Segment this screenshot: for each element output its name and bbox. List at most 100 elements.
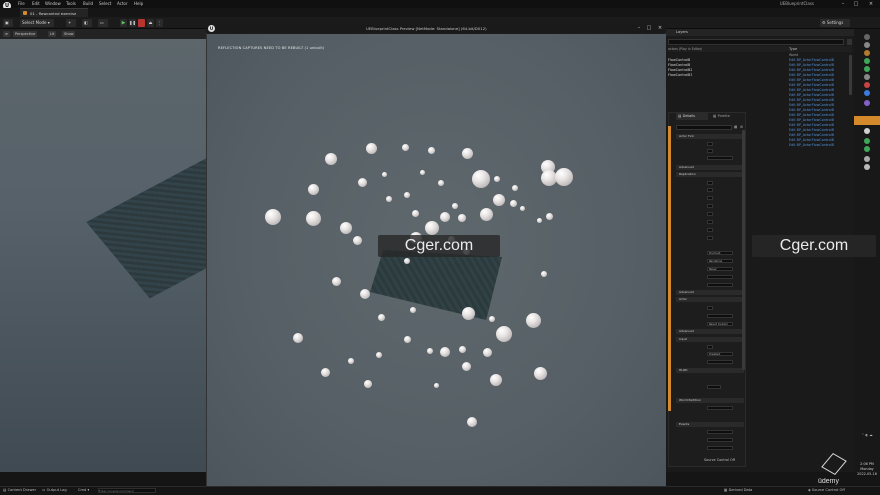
source-control-button[interactable]: ◈ Source Control Off: [808, 487, 845, 494]
spawn-collision-dropdown[interactable]: Reject Custom: [707, 322, 733, 326]
output-log-button[interactable]: ▭ Output Log: [42, 487, 67, 494]
spotify-icon[interactable]: [864, 66, 870, 72]
gear-icon[interactable]: [864, 34, 870, 40]
checkbox[interactable]: [707, 188, 713, 192]
checkbox[interactable]: [707, 142, 713, 146]
menu-window[interactable]: Window: [45, 1, 61, 6]
blueprint-icon[interactable]: ◧: [82, 19, 92, 27]
number-field[interactable]: [707, 314, 733, 318]
checkbox[interactable]: [707, 220, 713, 224]
app-icon[interactable]: [864, 74, 870, 80]
section-advanced[interactable]: Advanced: [676, 329, 744, 334]
cinematics-icon[interactable]: ▭: [98, 19, 108, 27]
outliner-filter-icon[interactable]: [847, 39, 852, 45]
update-dropdown[interactable]: Never: [707, 267, 733, 271]
number-field[interactable]: [707, 360, 733, 364]
green-app-icon[interactable]: [864, 138, 870, 144]
console-command-input[interactable]: [98, 488, 156, 493]
close-icon[interactable]: ×: [866, 0, 876, 8]
settings-button[interactable]: ⚙ Settings: [820, 19, 850, 27]
checkbox[interactable]: [707, 204, 713, 208]
stop-icon[interactable]: [138, 19, 145, 27]
blue-app-icon[interactable]: [864, 90, 870, 96]
event-button[interactable]: [707, 430, 733, 434]
checkbox[interactable]: [707, 306, 713, 310]
outliner-scrollbar[interactable]: [849, 55, 852, 95]
user-icon[interactable]: [864, 42, 870, 48]
checkbox[interactable]: [707, 236, 713, 240]
number-field[interactable]: [707, 156, 733, 160]
maximize-icon[interactable]: □: [851, 0, 861, 8]
number-field[interactable]: [707, 275, 733, 279]
number-field[interactable]: [707, 283, 733, 287]
checkbox[interactable]: [707, 196, 713, 200]
tray-icons[interactable]: ⌃ ◐ ☁: [857, 432, 877, 452]
section-input[interactable]: Input: [676, 337, 744, 342]
perspective-button[interactable]: Perspective: [13, 31, 38, 37]
app-icon[interactable]: [864, 164, 870, 170]
event-button[interactable]: [707, 446, 733, 450]
clock[interactable]: 2:06 PM Monday 2022-05-16: [856, 462, 878, 477]
select-mode-dropdown[interactable]: Select Mode ▾: [20, 19, 54, 27]
viewport-menu-icon[interactable]: ≡: [3, 31, 10, 37]
green-app-icon[interactable]: [864, 146, 870, 152]
maximize-icon[interactable]: □: [644, 24, 654, 32]
green-circle-icon[interactable]: [864, 58, 870, 64]
purple-app-icon[interactable]: [864, 100, 870, 106]
section-replication[interactable]: Replication: [676, 172, 744, 177]
checkbox[interactable]: [707, 149, 713, 153]
more-options-icon[interactable]: ⋮: [156, 19, 163, 27]
save-icon[interactable]: ▣: [3, 19, 13, 27]
menu-select[interactable]: Select: [99, 1, 111, 6]
app-icon[interactable]: [864, 128, 870, 134]
checkbox[interactable]: [707, 228, 713, 232]
auto-input-dropdown[interactable]: Disabled: [707, 352, 733, 356]
minimize-icon[interactable]: –: [634, 24, 644, 32]
section-advanced[interactable]: Advanced: [676, 165, 744, 170]
section-hlod[interactable]: HLOD: [676, 368, 744, 373]
dormancy-dropdown[interactable]: Dormant: [707, 251, 733, 255]
derived-data-button[interactable]: ▦ Derived Data: [724, 487, 752, 494]
menu-edit[interactable]: Edit: [32, 1, 40, 6]
grid-view-icon[interactable]: ▦: [734, 125, 738, 130]
add-actor-icon[interactable]: +: [66, 19, 76, 27]
layers-tab[interactable]: Layers: [676, 30, 688, 34]
play-icon[interactable]: ▶: [120, 19, 127, 27]
tab-level[interactable]: 01 - flowcontrol exercise: [20, 8, 88, 17]
menu-tools[interactable]: Tools: [66, 1, 76, 6]
cmd-dropdown[interactable]: Cmd ▾: [78, 487, 89, 494]
type-column-header[interactable]: Type: [789, 47, 797, 51]
event-button[interactable]: [707, 438, 733, 442]
show-button[interactable]: Show: [62, 31, 76, 37]
details-search-input[interactable]: [676, 125, 732, 130]
section-world-partition[interactable]: World Partition: [676, 398, 744, 403]
section-actor-tick[interactable]: Actor Tick: [676, 134, 744, 139]
checkbox[interactable]: [707, 212, 713, 216]
checkbox[interactable]: [707, 345, 713, 349]
tab-details[interactable]: ▤ Details: [676, 113, 708, 120]
minimize-icon[interactable]: –: [838, 0, 848, 8]
menu-build[interactable]: Build: [83, 1, 93, 6]
menu-file[interactable]: File: [18, 1, 25, 6]
tab-palette[interactable]: ▦ Palette: [711, 113, 741, 120]
details-scrollbar[interactable]: [742, 130, 745, 370]
checkbox[interactable]: [707, 181, 713, 185]
eject-icon[interactable]: ⏏: [147, 19, 154, 27]
outliner-search-input[interactable]: [668, 39, 844, 45]
number-field[interactable]: [707, 406, 733, 410]
red-x-icon[interactable]: [864, 82, 870, 88]
content-drawer-button[interactable]: ▤ Content Drawer: [3, 487, 36, 494]
number-field[interactable]: [707, 385, 721, 389]
app-icon[interactable]: [864, 156, 870, 162]
section-events[interactable]: Events: [676, 422, 744, 427]
menu-help[interactable]: Help: [134, 1, 143, 6]
lit-button[interactable]: Lit: [48, 31, 57, 37]
details-source-control[interactable]: Source Control Off: [704, 458, 735, 462]
close-icon[interactable]: ×: [655, 24, 665, 32]
section-actor[interactable]: Actor: [676, 297, 744, 302]
section-advanced[interactable]: Advanced: [676, 290, 744, 295]
folder-icon[interactable]: [864, 50, 870, 56]
pause-icon[interactable]: ❚❚: [129, 19, 136, 27]
menu-actor[interactable]: Actor: [117, 1, 128, 6]
relevance-dropdown[interactable]: Rendering: [707, 259, 733, 263]
